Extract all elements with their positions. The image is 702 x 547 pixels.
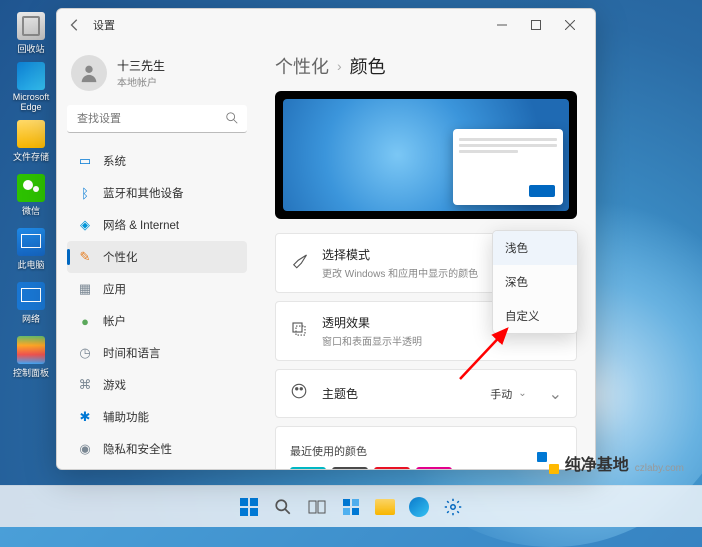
user-sub: 本地帐户 (117, 74, 165, 89)
mode-dropdown: 浅色 深色 自定义 (492, 230, 578, 334)
desktop-folder[interactable]: 文件存储 (8, 116, 54, 166)
minimize-button[interactable] (485, 11, 519, 39)
start-button[interactable] (235, 493, 263, 521)
window-title: 设置 (93, 17, 115, 33)
system-icon: ▭ (77, 153, 93, 169)
shield-icon: ◉ (77, 441, 93, 457)
content-area: 个性化 › 颜色 选择模式 更改 Windows 和应用中显示的颜色 浅色 深色… (257, 41, 595, 469)
recycle-bin-icon (17, 12, 45, 40)
settings-window: 设置 十三先生 本地帐户 ▭系统 ᛒ蓝牙和其他设备 ◈网络 & Internet… (56, 8, 596, 470)
nav-personalization[interactable]: ✎个性化 (67, 241, 247, 273)
titlebar: 设置 (57, 9, 595, 41)
nav-privacy[interactable]: ◉隐私和安全性 (67, 433, 247, 465)
nav-time[interactable]: ◷时间和语言 (67, 337, 247, 369)
color-swatch[interactable] (332, 467, 368, 469)
mode-option-custom[interactable]: 自定义 (493, 299, 577, 333)
taskbar-edge[interactable] (405, 493, 433, 521)
color-swatch[interactable] (290, 467, 326, 469)
maximize-button[interactable] (519, 11, 553, 39)
recent-label: 最近使用的颜色 (290, 443, 452, 459)
color-swatch[interactable] (416, 467, 452, 469)
palette-icon (290, 382, 310, 405)
transparency-icon (290, 320, 310, 343)
chevron-down-icon: ⌄ (518, 388, 526, 399)
breadcrumb-leaf: 颜色 (350, 53, 386, 79)
taskbar-settings[interactable] (439, 493, 467, 521)
breadcrumb: 个性化 › 颜色 (275, 53, 577, 79)
close-button[interactable] (553, 11, 587, 39)
wifi-icon: ◈ (77, 217, 93, 233)
nav-gaming[interactable]: ⌘游戏 (67, 369, 247, 401)
user-block[interactable]: 十三先生 本地帐户 (67, 49, 247, 105)
user-name: 十三先生 (117, 57, 165, 74)
color-swatch[interactable] (374, 467, 410, 469)
edge-icon (17, 62, 45, 90)
wechat-icon (17, 174, 45, 202)
apps-icon: ▦ (77, 281, 93, 297)
nav-system[interactable]: ▭系统 (67, 145, 247, 177)
nav-update[interactable]: ⟳Windows 更新 (67, 465, 247, 469)
desktop-control-panel[interactable]: 控制面板 (8, 332, 54, 382)
desktop-network[interactable]: 网络 (8, 278, 54, 328)
network-icon (17, 282, 45, 310)
sidebar: 十三先生 本地帐户 ▭系统 ᛒ蓝牙和其他设备 ◈网络 & Internet ✎个… (57, 41, 257, 469)
nav-network[interactable]: ◈网络 & Internet (67, 209, 247, 241)
chevron-down-icon: ⌄ (549, 384, 562, 404)
taskbar-search[interactable] (269, 493, 297, 521)
folder-icon (17, 120, 45, 148)
clock-icon: ◷ (77, 345, 93, 361)
chevron-right-icon: › (337, 58, 342, 74)
desktop-wechat[interactable]: 微信 (8, 170, 54, 220)
bluetooth-icon: ᛒ (77, 185, 93, 201)
game-icon: ⌘ (77, 377, 93, 393)
brush-icon: ✎ (77, 249, 93, 265)
person-icon: ● (77, 313, 93, 329)
mode-option-dark[interactable]: 深色 (493, 265, 577, 299)
avatar (71, 55, 107, 91)
accent-row[interactable]: 主题色 手动 ⌄ ⌄ (275, 369, 577, 418)
nav-apps[interactable]: ▦应用 (67, 273, 247, 305)
search-box (67, 105, 247, 133)
mode-option-light[interactable]: 浅色 (493, 231, 577, 265)
control-panel-icon (17, 336, 45, 364)
accent-title: 主题色 (322, 385, 478, 402)
search-input[interactable] (67, 105, 247, 133)
back-button[interactable] (65, 15, 85, 35)
color-preview (275, 91, 577, 219)
nav-accounts[interactable]: ●帐户 (67, 305, 247, 337)
breadcrumb-root[interactable]: 个性化 (275, 53, 329, 79)
desktop-recycle-bin[interactable]: 回收站 (8, 8, 54, 58)
accessibility-icon: ✱ (77, 409, 93, 425)
watermark-logo-icon (537, 452, 559, 474)
transparency-sub: 窗口和表面显示半透明 (322, 333, 562, 348)
watermark: 纯净基地 czlaby.com (529, 447, 692, 479)
taskbar-taskview[interactable] (303, 493, 331, 521)
nav-bluetooth[interactable]: ᛒ蓝牙和其他设备 (67, 177, 247, 209)
pc-icon (17, 228, 45, 256)
desktop-this-pc[interactable]: 此电脑 (8, 224, 54, 274)
search-icon (225, 111, 239, 130)
mode-row[interactable]: 选择模式 更改 Windows 和应用中显示的颜色 浅色 深色 自定义 (275, 233, 577, 293)
accent-select[interactable]: 手动 ⌄ (490, 386, 526, 402)
brush-icon (290, 252, 310, 275)
taskbar-explorer[interactable] (371, 493, 399, 521)
taskbar (0, 485, 702, 527)
taskbar-widgets[interactable] (337, 493, 365, 521)
desktop-edge[interactable]: Microsoft Edge (8, 62, 54, 112)
nav-accessibility[interactable]: ✱辅助功能 (67, 401, 247, 433)
